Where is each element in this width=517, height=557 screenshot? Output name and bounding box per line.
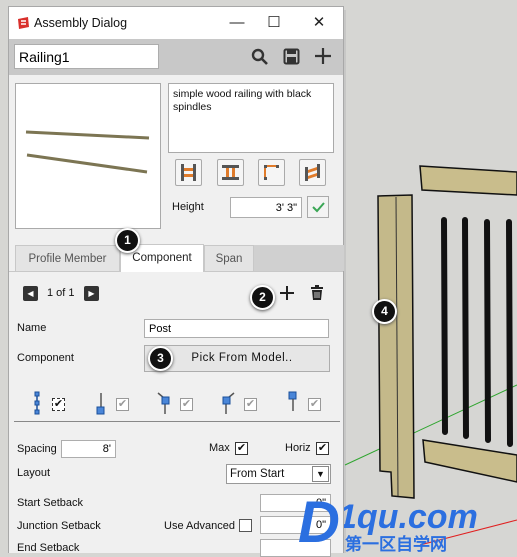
placement-start-icon <box>96 393 105 415</box>
placement-corner-in-checkbox[interactable]: ✔ <box>180 398 193 411</box>
start-setback-label: Start Setback <box>17 497 84 509</box>
placement-start-checkbox[interactable]: ✔ <box>116 398 129 411</box>
name-label: Name <box>17 322 47 334</box>
pager-text: 1 of 1 <box>47 287 75 299</box>
spacing-label: Spacing <box>17 443 57 455</box>
top-rail <box>419 165 517 196</box>
layout-selected: From Start <box>230 468 285 480</box>
tab-profile-member[interactable]: Profile Member <box>15 245 120 271</box>
horiz-checkbox[interactable]: ✔ <box>316 442 329 455</box>
previous-button[interactable]: ◀ <box>23 286 38 301</box>
profile-sloped-button[interactable] <box>299 159 326 186</box>
max-label: Max <box>209 442 230 454</box>
callout-3: 3 <box>148 346 173 371</box>
junction-setback-label: Junction Setback <box>17 520 101 532</box>
component-label: Component <box>17 352 74 364</box>
window-title: Assembly Dialog <box>34 16 128 30</box>
profile-top-bottom-button[interactable] <box>217 159 244 186</box>
title-bar: Assembly Dialog — ☐ ✕ <box>9 7 343 39</box>
tab-span[interactable]: Span <box>204 245 254 271</box>
placement-corner-out-icon <box>222 392 235 414</box>
divider <box>14 421 340 422</box>
watermark-d: D <box>298 490 340 555</box>
use-advanced-checkbox[interactable] <box>239 519 252 532</box>
layout-label: Layout <box>17 467 51 479</box>
watermark: 1qu.com <box>338 498 478 536</box>
name-input[interactable] <box>144 319 329 338</box>
description-textarea[interactable]: simple wood railing with black spindles <box>168 83 334 153</box>
callout-4: 4 <box>372 299 397 324</box>
apply-height-button[interactable] <box>307 196 329 218</box>
toolbar <box>9 39 343 75</box>
spacing-input[interactable] <box>61 440 116 458</box>
spindle <box>506 219 513 447</box>
spindle <box>441 217 448 435</box>
spindle <box>484 219 491 443</box>
spindle <box>462 217 469 439</box>
callout-2: 2 <box>250 285 275 310</box>
placement-end-checkbox[interactable]: ✔ <box>308 398 321 411</box>
watermark-sub: 第一区自学网 <box>345 534 447 553</box>
assembly-name-input[interactable] <box>14 44 159 69</box>
layout-select[interactable]: From Start ▼ <box>226 464 331 484</box>
callout-1: 1 <box>115 228 140 253</box>
horiz-label: Horiz <box>285 442 311 454</box>
use-advanced-label: Use Advanced <box>164 520 235 532</box>
assembly-dialog: Assembly Dialog — ☐ ✕ simple wood railin… <box>8 6 344 557</box>
next-button[interactable]: ▶ <box>84 286 99 301</box>
add-component-button[interactable] <box>279 285 295 301</box>
placement-all-checkbox[interactable]: ✔ <box>52 398 65 411</box>
chevron-down-icon[interactable]: ▼ <box>312 466 329 482</box>
placement-end-icon <box>288 391 297 411</box>
search-icon[interactable] <box>251 48 269 66</box>
placement-all-icon <box>34 391 40 415</box>
sketchup-logo-icon <box>18 17 29 29</box>
placement-corner-in-icon <box>157 392 170 414</box>
end-setback-label: End Setback <box>17 542 80 554</box>
spindles <box>441 217 513 447</box>
close-button[interactable]: ✕ <box>307 12 331 34</box>
bottom-rail <box>422 439 517 483</box>
profile-corner-button[interactable] <box>258 159 285 186</box>
delete-icon[interactable] <box>310 285 324 301</box>
maximize-button[interactable]: ☐ <box>262 12 286 34</box>
minimize-button[interactable]: — <box>225 12 249 34</box>
placement-corner-out-checkbox[interactable]: ✔ <box>244 398 257 411</box>
height-label: Height <box>172 201 204 213</box>
height-input[interactable] <box>230 197 302 218</box>
max-checkbox[interactable]: ✔ <box>235 442 248 455</box>
save-icon[interactable] <box>283 48 300 65</box>
profile-both-ends-button[interactable] <box>175 159 202 186</box>
plus-icon[interactable] <box>314 47 332 65</box>
preview-image <box>15 83 161 229</box>
